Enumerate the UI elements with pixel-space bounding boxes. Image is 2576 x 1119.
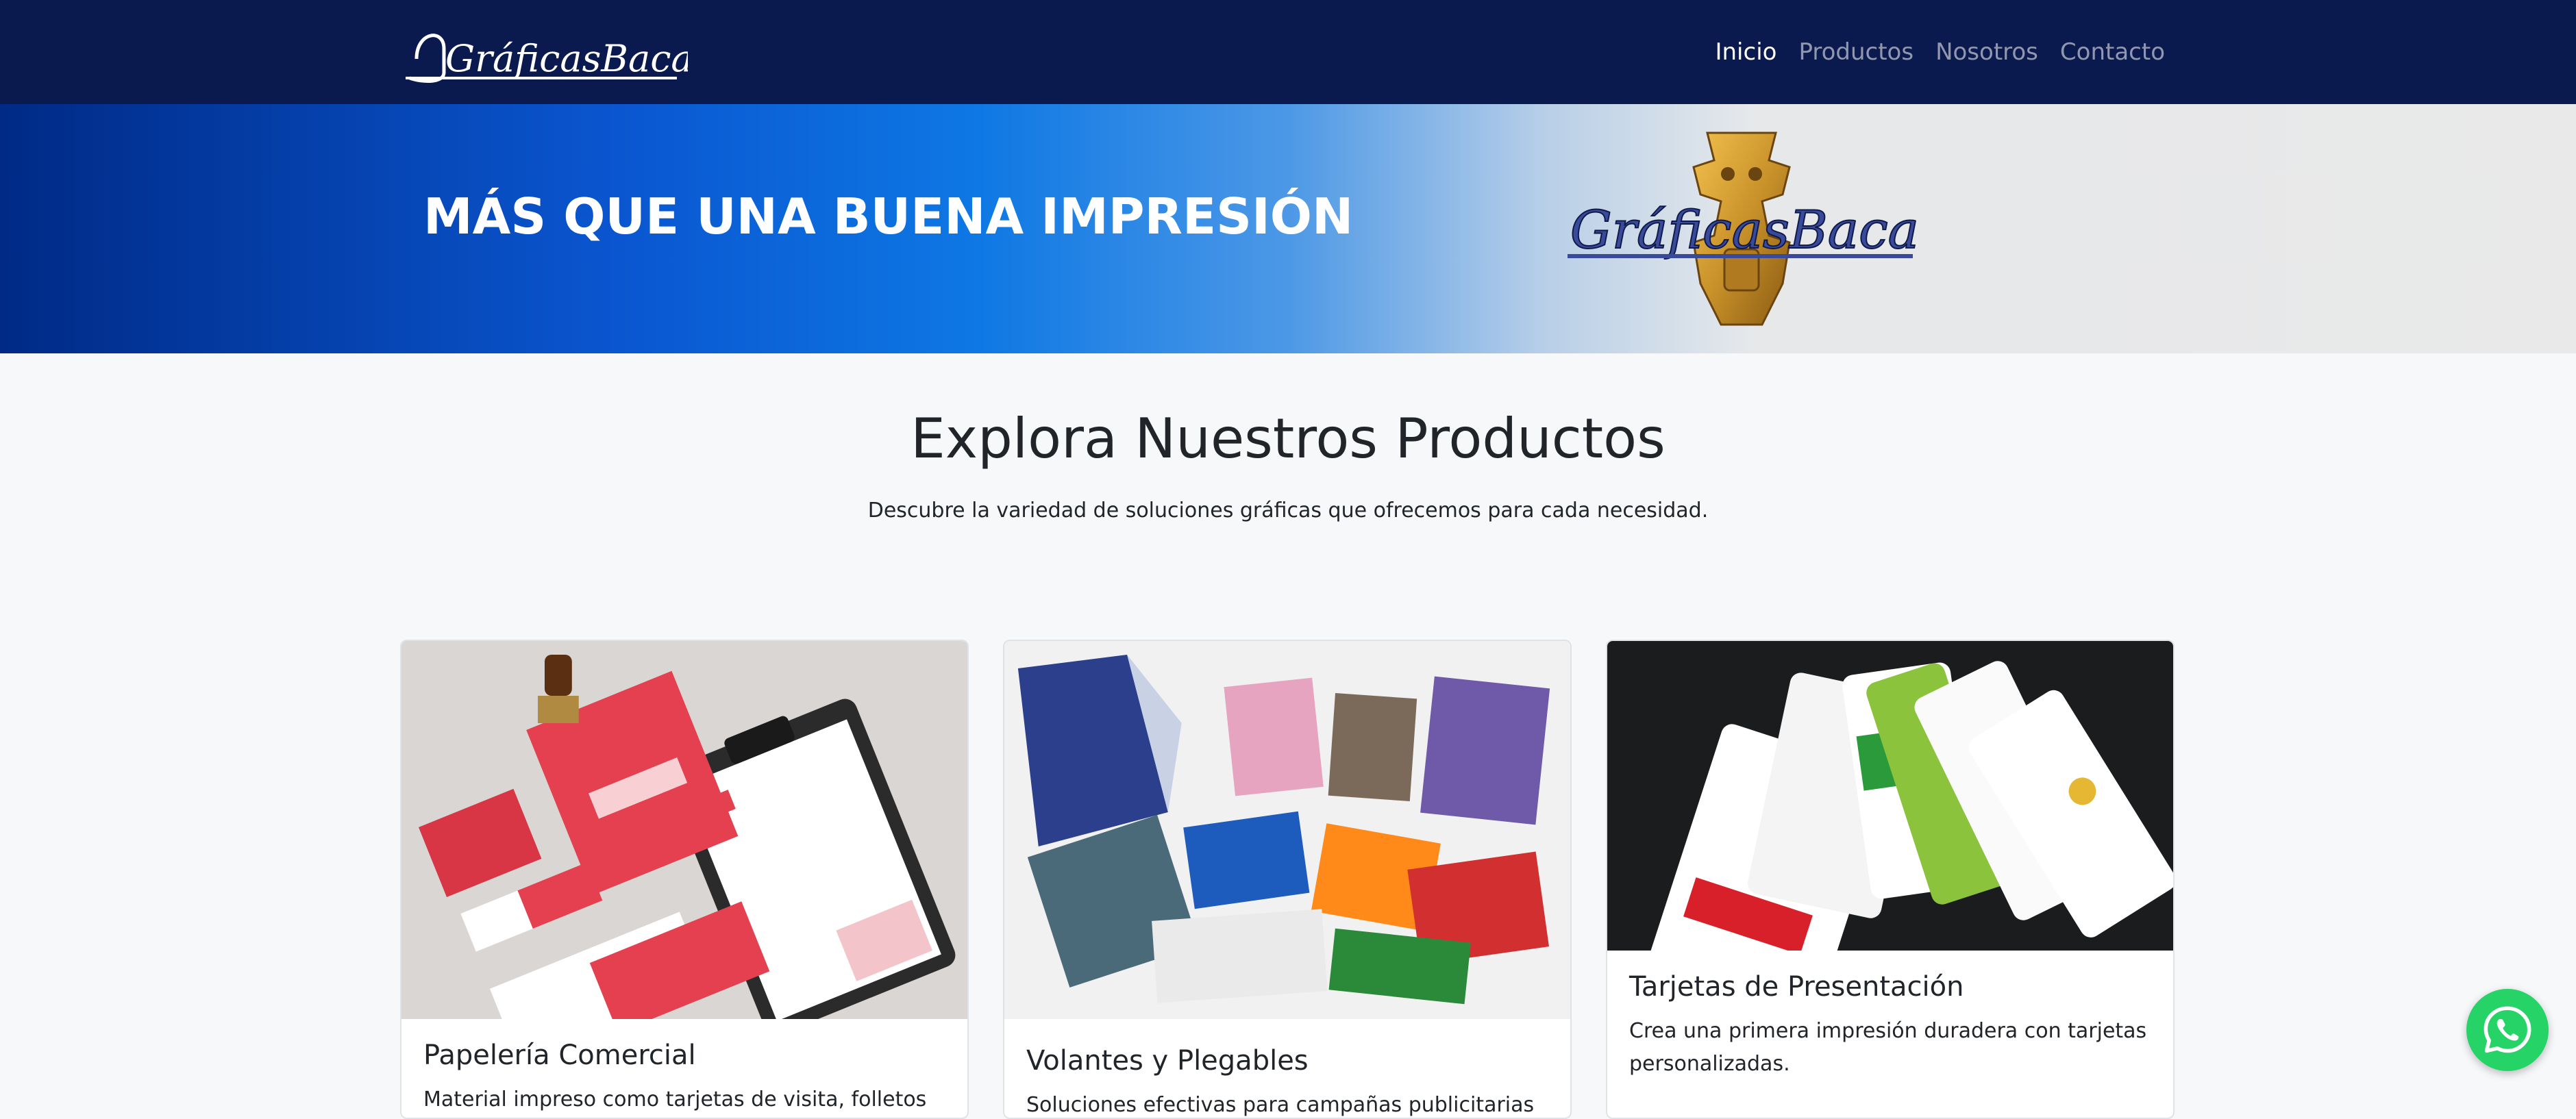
hero-banner: MÁS QUE UNA BUENA IMPRESIÓN GráficasBaca… [0,104,2576,353]
brand-logo-icon: GráficasBacatá [406,34,730,83]
business-cards-image [1607,641,2173,951]
card-title: Papelería Comercial [423,1040,696,1071]
card-text: Material impreso como tarjetas de visita… [423,1087,927,1111]
card-text: Crea una primera impresión duradera con … [1629,1019,2147,1076]
stationery-mockup-image [401,641,967,1019]
products-section-subtitle: Descubre la variedad de soluciones gráfi… [867,499,1709,523]
product-card-volantes[interactable]: Volantes y Plegables Soluciones efectiva… [1003,640,1572,1119]
hero-logo-text: GráficasBacatá [1570,199,1920,260]
product-card-tarjetas[interactable]: Tarjetas de Presentación Crea una primer… [1606,640,2175,1119]
brand-logo-text: GráficasBacatá [445,37,688,80]
nav-links: Inicio Productos Nosotros Contacto [1715,0,2165,104]
products-section-title: Explora Nuestros Productos [911,407,1665,470]
hero-headline: MÁS QUE UNA BUENA IMPRESIÓN [423,188,1354,245]
flyers-brochures-image [1004,641,1570,1019]
hero-logo-emblem-icon: GráficasBacatá [1568,131,1972,326]
whatsapp-button[interactable] [2466,989,2549,1071]
card-title: Volantes y Plegables [1026,1045,1309,1077]
product-card-papeleria[interactable]: Papelería Comercial Material impreso com… [400,640,969,1119]
whatsapp-icon [2484,1006,2531,1053]
nav-link-contacto[interactable]: Contacto [2060,38,2165,66]
nav-link-nosotros[interactable]: Nosotros [1935,38,2038,66]
card-text: Soluciones efectivas para campañas publi… [1026,1093,1535,1117]
nav-link-inicio[interactable]: Inicio [1715,38,1776,66]
brand-logo[interactable]: GráficasBacatá [403,18,730,86]
navbar: GráficasBacatá Inicio Productos Nosotros… [0,0,2576,104]
card-title: Tarjetas de Presentación [1629,971,1964,1003]
nav-link-productos[interactable]: Productos [1798,38,1914,66]
hero-logo: GráficasBacatá [1563,119,1972,338]
